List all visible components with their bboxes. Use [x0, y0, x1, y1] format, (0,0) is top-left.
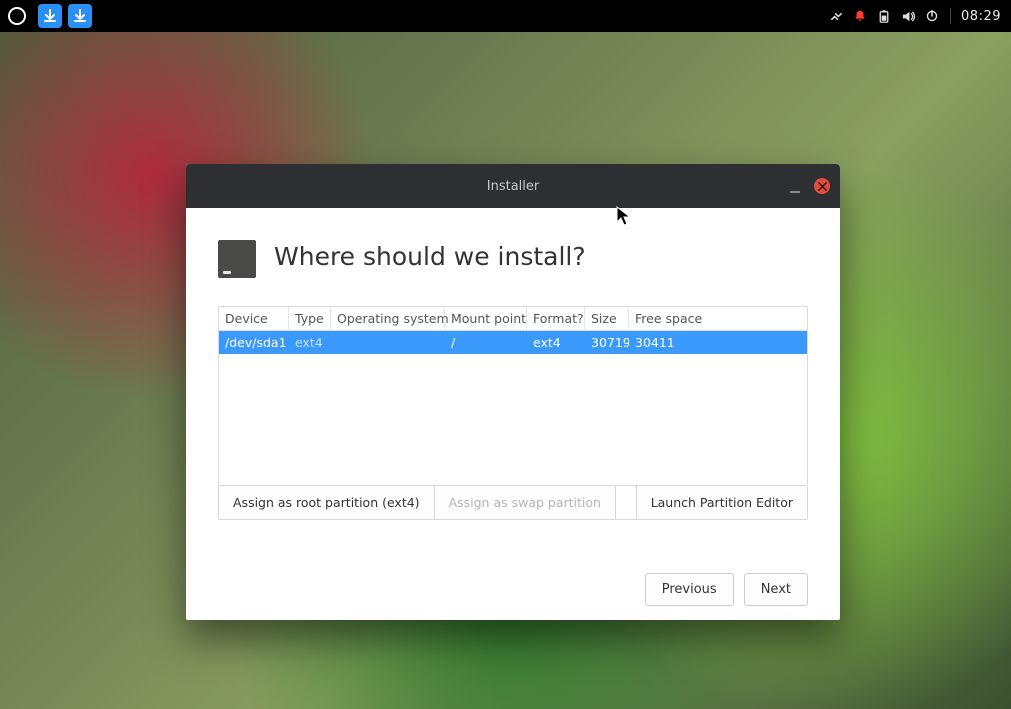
- taskbar-app-installer-2[interactable]: [68, 4, 92, 28]
- cell-os: [331, 341, 445, 345]
- desktop-panel: 08:29: [0, 0, 1011, 32]
- window-minimize-button[interactable]: [788, 179, 802, 193]
- cell-mount: /: [445, 333, 527, 352]
- assign-root-button[interactable]: Assign as root partition (ext4): [219, 486, 435, 519]
- col-mount[interactable]: Mount point: [445, 307, 527, 330]
- window-title: Installer: [186, 179, 840, 194]
- download-arrow-icon: [43, 9, 57, 23]
- network-icon[interactable]: [828, 8, 844, 24]
- col-size[interactable]: Size: [585, 307, 629, 330]
- taskbar-app-installer-1[interactable]: [38, 4, 62, 28]
- cell-device: /dev/sda1: [219, 333, 289, 352]
- show-desktop-button[interactable]: [8, 7, 26, 25]
- battery-icon[interactable]: [876, 8, 892, 24]
- download-arrow-icon: [73, 9, 87, 23]
- toolbar-spacer: [616, 486, 637, 519]
- cell-type: ext4: [289, 333, 331, 352]
- cell-format: ext4: [527, 333, 585, 352]
- drive-icon: [218, 234, 256, 278]
- panel-clock[interactable]: 08:29: [961, 9, 1001, 24]
- panel-separator: [950, 8, 951, 24]
- next-button[interactable]: Next: [744, 573, 808, 606]
- launch-partition-editor-button[interactable]: Launch Partition Editor: [637, 486, 807, 519]
- window-titlebar[interactable]: Installer: [186, 164, 840, 208]
- table-row[interactable]: /dev/sda1 ext4 / ext4 30719 30411: [219, 331, 807, 354]
- installer-window: Installer Where should we install? Devic…: [186, 164, 840, 620]
- col-format[interactable]: Format?: [527, 307, 585, 330]
- col-free[interactable]: Free space: [629, 307, 807, 330]
- partition-toolbar: Assign as root partition (ext4) Assign a…: [218, 486, 808, 520]
- window-content: Where should we install? Device Type Ope…: [186, 208, 840, 620]
- cell-free: 30411: [629, 333, 807, 352]
- partition-table[interactable]: Device Type Operating system Mount point…: [218, 306, 808, 486]
- page-heading: Where should we install?: [274, 242, 586, 271]
- cell-size: 30719: [585, 333, 629, 352]
- assign-swap-button: Assign as swap partition: [435, 486, 616, 519]
- notification-bell-icon[interactable]: [852, 8, 868, 24]
- close-icon: [818, 182, 827, 191]
- col-type[interactable]: Type: [289, 307, 331, 330]
- previous-button[interactable]: Previous: [645, 573, 734, 606]
- table-header: Device Type Operating system Mount point…: [219, 307, 807, 331]
- col-os[interactable]: Operating system: [331, 307, 445, 330]
- wizard-footer: Previous Next: [218, 553, 808, 606]
- window-close-button[interactable]: [814, 178, 830, 194]
- volume-icon[interactable]: [900, 8, 916, 24]
- power-icon[interactable]: [924, 8, 940, 24]
- col-device[interactable]: Device: [219, 307, 289, 330]
